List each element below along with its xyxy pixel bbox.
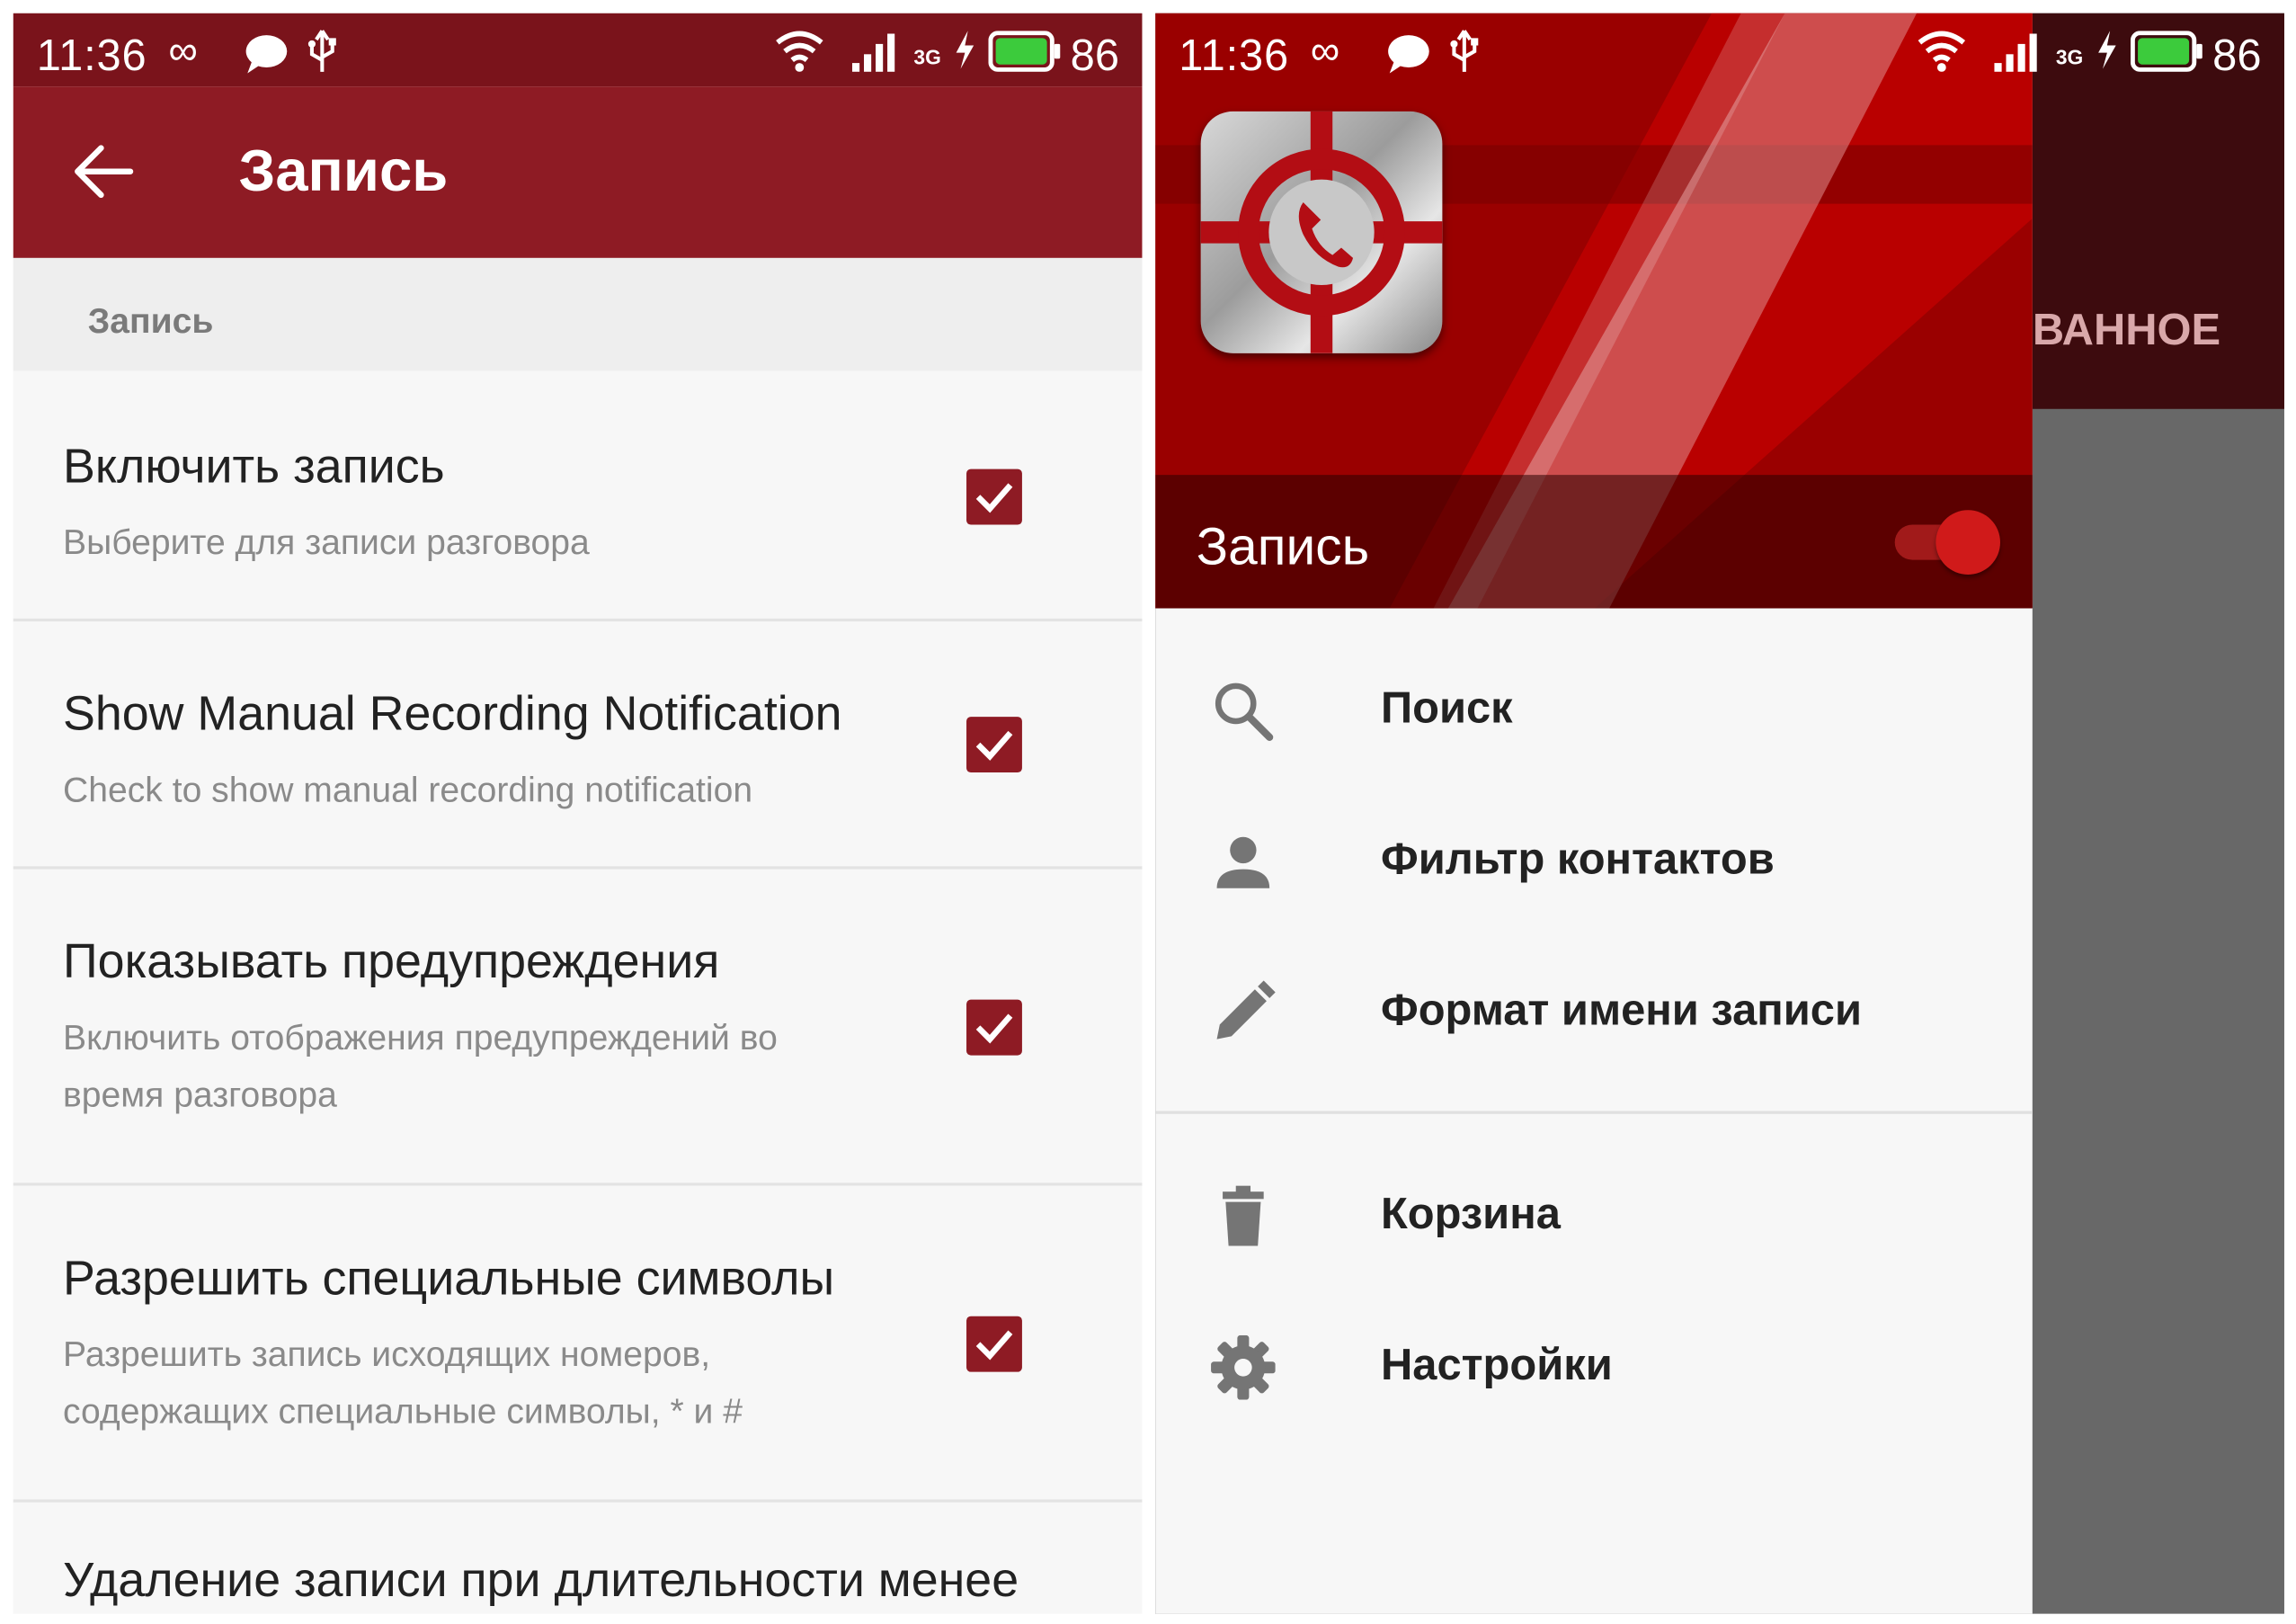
pref-summary: Разрешить запись исходящих номеров, соде… (63, 1334, 743, 1432)
pref-enable-recording[interactable]: Включить запись Выберите для записи разг… (13, 370, 1143, 622)
checkbox-checked[interactable] (966, 1316, 1022, 1372)
nav-item-file-name-format[interactable]: Формат имени записи (1155, 945, 2033, 1080)
wifi-icon (1917, 28, 1966, 84)
background-tab-label: ВАННОЕ (2032, 306, 2221, 355)
battery-icon (988, 31, 1061, 79)
nav-item-search[interactable]: Поиск (1155, 644, 2033, 779)
usb-icon (306, 28, 338, 82)
nav-item-contact-filter[interactable]: Фильтр контактов (1155, 794, 2033, 929)
pref-delete-short-recordings[interactable]: Удаление записи при длительности менее (13, 1502, 1143, 1614)
network-type: 3G (913, 45, 941, 69)
nav-item-trash[interactable]: Корзина (1155, 1149, 2033, 1284)
gear-icon (1211, 1334, 1276, 1400)
section-header-label: Запись (87, 301, 214, 342)
drawer-screen: ВАННОЕ Запись Поиск Фильтр контактов Фор… (1155, 13, 2284, 1614)
app-toolbar: Запись (13, 86, 1143, 258)
status-bar: 11:36 ∞ 3G 86 (13, 13, 1143, 87)
pref-summary: Check to show manual recording notificat… (63, 771, 753, 811)
settings-screen: 11:36 ∞ 3G 86 Запись Запись Включить зап… (13, 13, 1143, 1614)
status-time: 11:36 (36, 31, 147, 81)
navigation-drawer: Запись Поиск Фильтр контактов Формат име… (1155, 13, 2033, 1614)
usb-icon (1448, 28, 1481, 86)
chat-icon (245, 33, 289, 82)
section-header: Запись (13, 257, 1143, 371)
battery-level: 86 (1070, 31, 1120, 81)
pref-summary: Выберите для записи разговора (63, 522, 590, 563)
trash-icon (1211, 1184, 1276, 1249)
nav-item-label: Корзина (1380, 1190, 1561, 1239)
back-arrow-icon[interactable] (72, 142, 137, 201)
pref-title: Удаление записи при длительности менее (63, 1552, 1019, 1607)
status-bar-right: 11:36 ∞ 3G 86 (1155, 13, 2284, 99)
checkbox-checked[interactable] (966, 999, 1022, 1056)
pencil-icon (1211, 980, 1276, 1045)
pref-manual-notification[interactable]: Show Manual Recording Notification Check… (13, 621, 1143, 870)
nav-item-label: Поиск (1380, 684, 1513, 733)
checkbox-checked[interactable] (966, 468, 1022, 525)
nav-item-label: Настройки (1380, 1341, 1613, 1390)
pref-summary: Включить отображения предупреждений во в… (63, 1018, 778, 1116)
drawer-title: Запись (1196, 515, 1370, 576)
person-icon (1211, 830, 1276, 895)
status-time: 11:36 (1179, 31, 1289, 81)
pref-title: Показывать предупреждения (63, 933, 720, 988)
battery-level: 86 (2212, 31, 2262, 81)
recording-toggle-thumb[interactable] (1936, 510, 2000, 575)
infinity-icon: ∞ (1310, 27, 1340, 74)
pref-title: Разрешить специальные символы (63, 1250, 835, 1305)
search-icon (1211, 679, 1276, 744)
pref-title: Show Manual Recording Notification (63, 685, 842, 741)
charging-icon (953, 31, 976, 76)
nav-item-settings[interactable]: Настройки (1155, 1300, 2033, 1435)
chat-icon (1387, 33, 1431, 86)
app-logo (1200, 111, 1443, 353)
signal-icon (850, 31, 900, 79)
charging-icon (2096, 31, 2119, 80)
signal-icon (1993, 31, 2042, 84)
drawer-header: Запись (1155, 13, 2033, 609)
nav-item-label: Формат имени записи (1380, 986, 1863, 1035)
drawer-divider (1155, 1111, 2033, 1114)
nav-item-label: Фильтр контактов (1380, 835, 1775, 884)
infinity-icon: ∞ (168, 27, 198, 74)
pref-special-characters[interactable]: Разрешить специальные символы Разрешить … (13, 1185, 1143, 1503)
pref-title: Включить запись (63, 438, 445, 493)
page-title: Запись (238, 138, 449, 204)
wifi-icon (775, 28, 824, 79)
checkbox-checked[interactable] (966, 717, 1022, 773)
network-type: 3G (2055, 45, 2084, 69)
battery-icon (2130, 31, 2203, 84)
pref-show-warnings[interactable]: Показывать предупреждения Включить отобр… (13, 869, 1143, 1186)
